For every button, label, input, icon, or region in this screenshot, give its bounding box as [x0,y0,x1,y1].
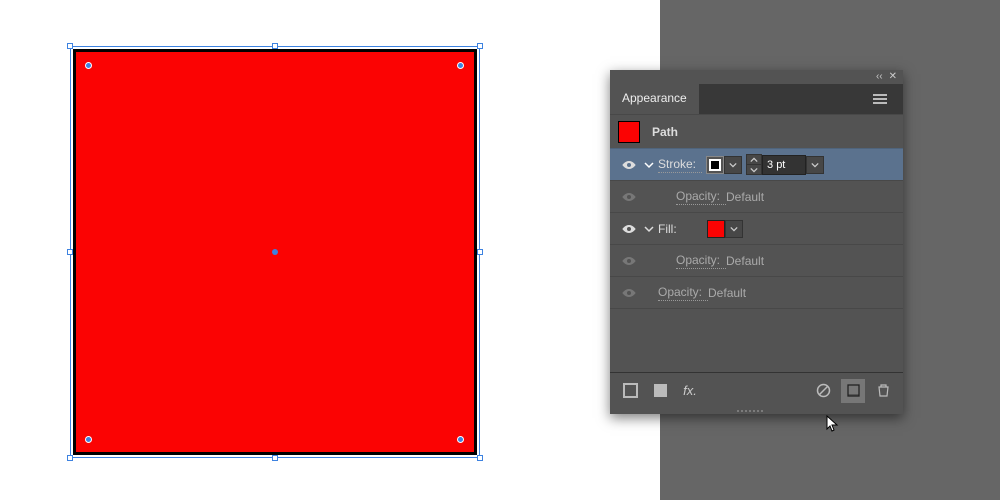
fill-square-icon [653,383,668,398]
anchor-point-top-left[interactable] [85,62,92,69]
collapse-panel-icon[interactable]: ‹‹ [876,72,883,82]
clear-appearance-button[interactable] [811,379,835,403]
chevron-down-icon [644,160,654,170]
no-symbol-icon [816,383,831,398]
object-opacity-value: Default [708,286,746,300]
fill-opacity-label[interactable]: Opacity: [676,253,726,269]
step-up-button[interactable] [747,155,761,164]
center-point-indicator [272,249,278,255]
object-header-row: Path [610,114,903,148]
close-panel-icon[interactable]: ✕ [889,72,897,82]
object-type-label: Path [652,125,678,139]
stroke-opacity-value: Default [726,190,764,204]
stroke-opacity-label[interactable]: Opacity: [676,189,726,205]
stroke-weight-dropdown[interactable] [806,156,824,174]
anchor-point-top-right[interactable] [457,62,464,69]
fill-color-dropdown[interactable] [725,220,743,238]
appearance-list: Path Stroke: 3 pt [610,114,903,372]
trash-icon [876,383,891,398]
panel-menu-button[interactable] [865,84,895,114]
object-opacity-row[interactable]: Opacity: Default [610,276,903,308]
fill-label: Fill: [658,222,683,236]
eye-icon [621,287,637,299]
fill-opacity-row[interactable]: Opacity: Default [610,244,903,276]
duplicate-item-button[interactable] [841,379,865,403]
add-effect-button[interactable]: fx. [678,379,702,403]
fill-row[interactable]: Fill: [610,212,903,244]
resize-handle-bottom-right[interactable] [477,455,483,461]
stroke-weight-input[interactable]: 3 pt [762,155,806,175]
anchor-point-bottom-left[interactable] [85,436,92,443]
chevron-down-icon [729,161,737,169]
stroke-color-swatch[interactable] [706,156,724,174]
resize-handle-middle-right[interactable] [477,249,483,255]
stroke-label[interactable]: Stroke: [658,157,702,173]
resize-handle-bottom-middle[interactable] [272,455,278,461]
menu-icon [873,94,887,104]
new-item-icon [846,383,861,398]
stroke-color-dropdown[interactable] [724,156,742,174]
stroke-opacity-row[interactable]: Opacity: Default [610,180,903,212]
eye-icon [621,223,637,235]
fill-color-swatch[interactable] [707,220,725,238]
chevron-up-icon [750,156,758,164]
delete-item-button[interactable] [871,379,895,403]
appearance-panel: ‹‹ ✕ Appearance Path Stroke: [610,70,903,414]
visibility-toggle-stroke-opacity[interactable] [618,191,640,203]
new-fill-button[interactable] [648,379,672,403]
panel-footer: fx. [610,372,903,408]
resize-handle-bottom-left[interactable] [67,455,73,461]
stroke-weight-stepper[interactable] [746,154,762,175]
eye-icon [621,191,637,203]
chevron-down-icon [811,161,819,169]
anchor-point-bottom-right[interactable] [457,436,464,443]
visibility-toggle-fill[interactable] [618,223,640,235]
panel-tabbar: Appearance [610,84,903,114]
panel-topbar: ‹‹ ✕ [610,70,903,84]
expand-toggle-stroke[interactable] [640,160,658,170]
eye-icon [621,255,637,267]
visibility-toggle-stroke[interactable] [618,159,640,171]
fill-opacity-value: Default [726,254,764,268]
chevron-down-icon [730,225,738,233]
visibility-toggle-object-opacity[interactable] [618,287,640,299]
chevron-down-icon [644,224,654,234]
resize-handle-middle-left[interactable] [67,249,73,255]
stroke-square-icon [623,383,638,398]
panel-resize-grip[interactable] [610,408,903,414]
chevron-down-icon [750,166,758,174]
tab-appearance[interactable]: Appearance [610,84,699,114]
visibility-toggle-fill-opacity[interactable] [618,255,640,267]
object-thumbnail [618,121,640,143]
new-stroke-button[interactable] [618,379,642,403]
resize-handle-top-right[interactable] [477,43,483,49]
resize-handle-top-middle[interactable] [272,43,278,49]
expand-toggle-fill[interactable] [640,224,658,234]
object-opacity-label[interactable]: Opacity: [658,285,708,301]
empty-list-area [610,308,903,372]
resize-handle-top-left[interactable] [67,43,73,49]
eye-icon [621,159,637,171]
artboard[interactable] [0,0,660,500]
step-down-button[interactable] [747,165,761,174]
stroke-row[interactable]: Stroke: 3 pt [610,148,903,180]
